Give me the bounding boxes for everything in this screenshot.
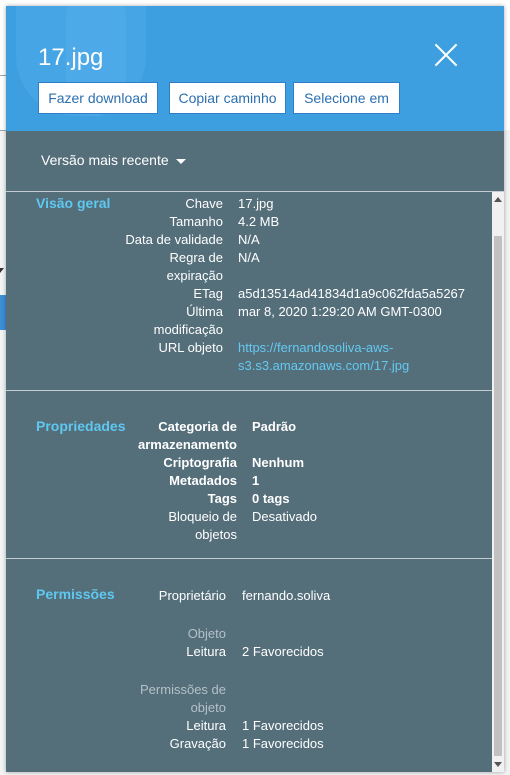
- detail-label-continued: objetos: [195, 527, 237, 542]
- object-url-link-continued[interactable]: s3.s3.amazonaws.com/17.jpg: [238, 357, 478, 375]
- detail-label-continued: expiração: [166, 268, 223, 283]
- select-in-button[interactable]: Selecione em: [293, 82, 400, 114]
- scroll-up-icon[interactable]: [494, 197, 502, 202]
- detail-label: Metadados: [169, 473, 237, 488]
- detail-value: N/A: [238, 250, 260, 265]
- detail-value: Padrão: [252, 419, 297, 434]
- vertical-scrollbar[interactable]: [492, 192, 504, 772]
- perm-read-label: Leitura: [186, 718, 226, 733]
- chevron-down-icon: [176, 159, 186, 164]
- version-label: Versão mais recente: [41, 152, 169, 168]
- scroll-down-icon[interactable]: [494, 762, 502, 767]
- perm-write-label: Gravação: [169, 736, 226, 751]
- permissions-section: Permissões Proprietário fernando.soliva …: [6, 559, 492, 772]
- download-button[interactable]: Fazer download: [38, 82, 158, 114]
- detail-value: 17.jpg: [238, 196, 274, 211]
- detail-label: Bloqueio de: [168, 509, 237, 524]
- scrollbar-thumb[interactable]: [494, 236, 502, 756]
- perm-write-value: 1 Favorecidos: [242, 736, 324, 751]
- detail-value: Desativado: [252, 509, 318, 524]
- section-title: Permissões: [36, 586, 115, 602]
- details-scroll-area[interactable]: Visão geral Chave 17.jpg Tamanho 4.2 MB …: [6, 192, 492, 772]
- owner-label: Proprietário: [158, 588, 226, 603]
- detail-label-continued: modificação: [153, 322, 223, 337]
- background-caret-icon: [0, 268, 4, 273]
- panel-header: 17.jpg Fazer download Copiar caminho Sel…: [6, 6, 504, 131]
- section-title: Propriedades: [36, 418, 126, 434]
- detail-value: a5d13514ad41834d1a9c062fda5a5267: [238, 286, 466, 301]
- detail-label: Última: [186, 304, 223, 319]
- detail-value: 4.2 MB: [238, 214, 280, 229]
- overview-section: Visão geral Chave 17.jpg Tamanho 4.2 MB …: [6, 192, 492, 391]
- detail-label: Tags: [207, 491, 237, 506]
- detail-label: Categoria de: [158, 419, 237, 434]
- object-heading: Objeto: [187, 626, 226, 641]
- object-url-link[interactable]: https://fernandosoliva-aws-: [238, 339, 478, 357]
- detail-value: 1: [252, 473, 260, 488]
- detail-label: Tamanho: [169, 214, 223, 229]
- detail-label: Regra de: [169, 250, 223, 265]
- detail-value: 0 tags: [252, 491, 290, 506]
- detail-label: URL objeto: [158, 340, 223, 355]
- owner-value: fernando.soliva: [242, 588, 331, 603]
- object-permissions-heading: Permissões de: [140, 682, 226, 697]
- copy-path-button[interactable]: Copiar caminho: [169, 82, 286, 114]
- object-read-value: 2 Favorecidos: [242, 644, 324, 659]
- detail-label: Criptografia: [163, 455, 237, 470]
- section-title: Visão geral: [36, 195, 111, 211]
- properties-section: Propriedades Categoria de Padrão armazen…: [6, 391, 492, 559]
- object-details-panel: 17.jpg Fazer download Copiar caminho Sel…: [6, 6, 504, 772]
- detail-label-continued: armazenamento: [138, 437, 237, 452]
- version-selector[interactable]: Versão mais recente: [6, 131, 504, 192]
- perm-read-value: 1 Favorecidos: [242, 718, 324, 733]
- detail-label: Chave: [185, 196, 223, 211]
- detail-value: mar 8, 2020 1:29:20 AM GMT-0300: [238, 304, 442, 319]
- close-icon[interactable]: [432, 42, 460, 70]
- file-title: 17.jpg: [38, 44, 104, 71]
- detail-value: Nenhum: [252, 455, 304, 470]
- object-permissions-heading-continued: objeto: [190, 700, 226, 715]
- object-read-label: Leitura: [186, 644, 226, 659]
- detail-value: N/A: [238, 232, 260, 247]
- detail-label: ETag: [193, 286, 223, 301]
- detail-label: Data de validade: [125, 232, 223, 247]
